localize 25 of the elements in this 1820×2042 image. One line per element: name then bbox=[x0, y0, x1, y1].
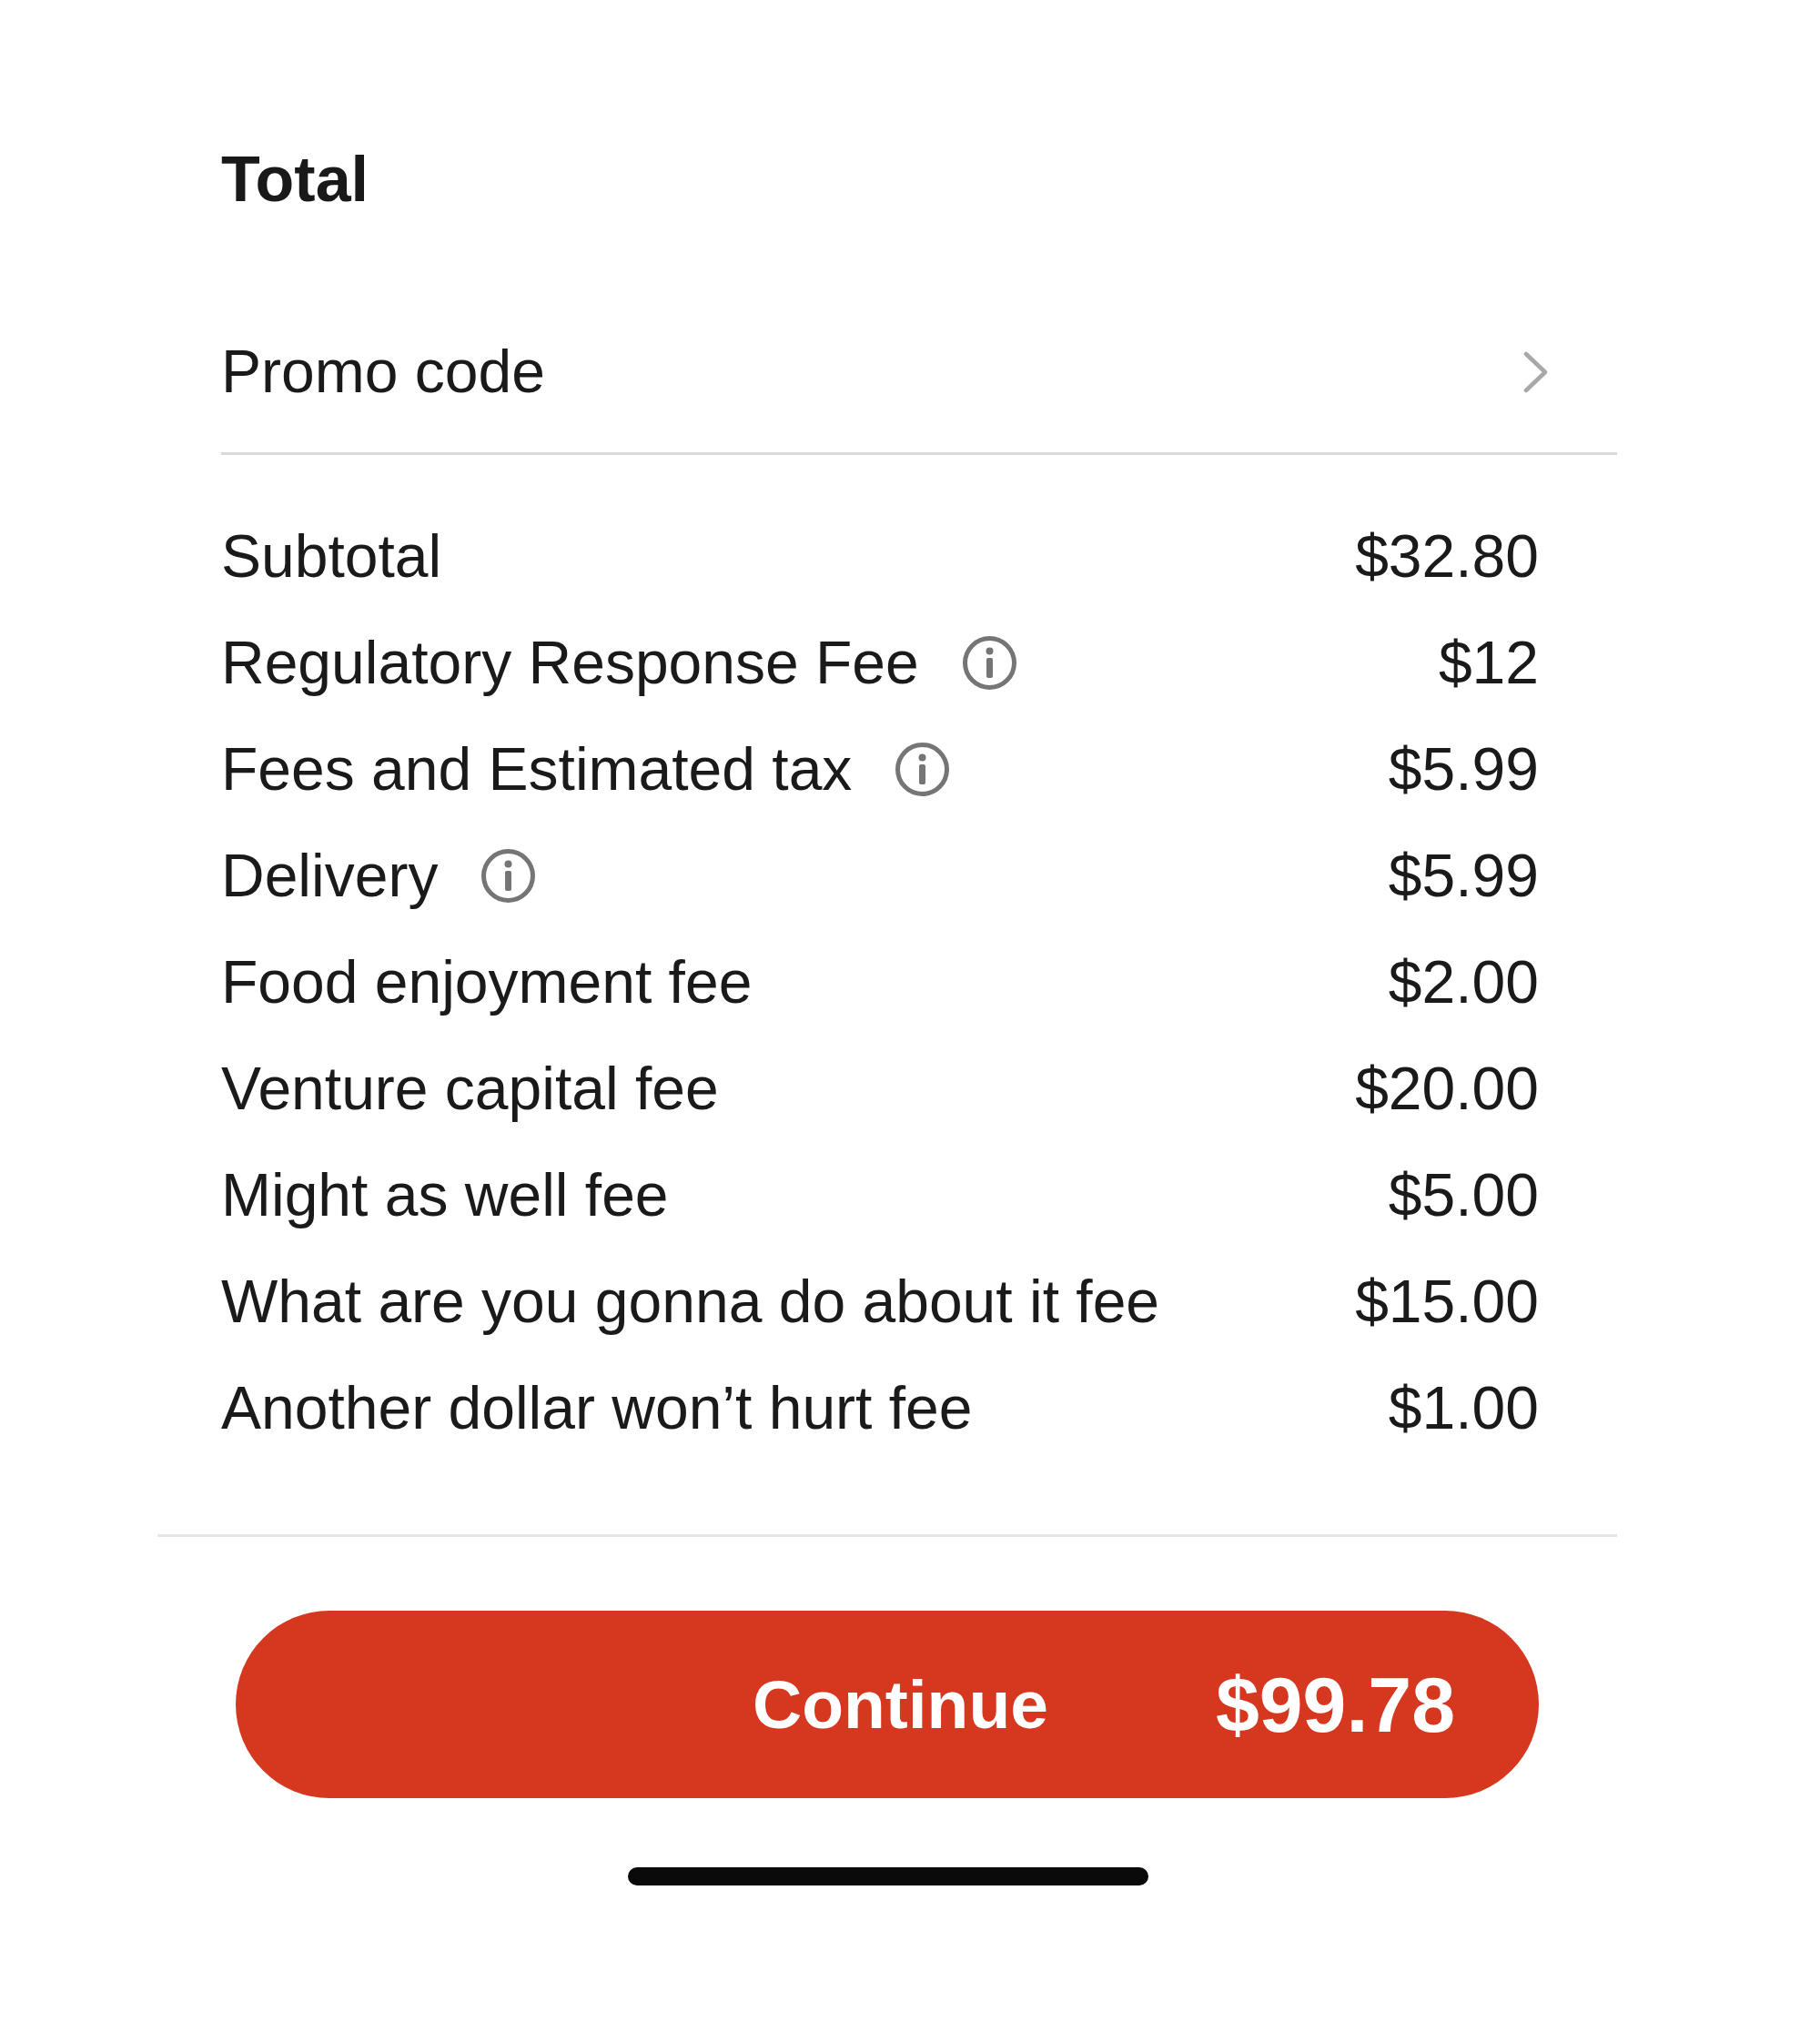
line-item-label: Food enjoyment fee bbox=[221, 947, 753, 1017]
line-item-label: Subtotal bbox=[221, 521, 442, 591]
total-heading: Total bbox=[221, 143, 369, 217]
line-item-label: Fees and Estimated tax bbox=[221, 734, 853, 804]
line-item-label: Regulatory Response Fee bbox=[221, 628, 919, 698]
line-item-label: Might as well fee bbox=[221, 1160, 669, 1230]
promo-code-button[interactable]: Promo code bbox=[221, 318, 1617, 425]
line-item-amount: $5.99 bbox=[1388, 734, 1539, 804]
line-item-amount: $20.00 bbox=[1355, 1054, 1539, 1124]
info-icon[interactable] bbox=[894, 741, 952, 798]
line-item-amount: $5.99 bbox=[1388, 841, 1539, 911]
line-item-label: Another dollar won’t hurt fee bbox=[221, 1373, 973, 1443]
info-icon[interactable] bbox=[480, 847, 538, 905]
line-item-amount: $12 bbox=[1438, 628, 1539, 698]
continue-button[interactable]: Continue $99.78 bbox=[236, 1611, 1539, 1798]
chevron-right-icon bbox=[1523, 350, 1549, 393]
line-item-label: What are you gonna do about it fee bbox=[221, 1267, 1160, 1337]
line-item-amount: $1.00 bbox=[1388, 1373, 1539, 1443]
line-item-amount: $5.00 bbox=[1388, 1160, 1539, 1230]
info-icon[interactable] bbox=[960, 634, 1018, 692]
line-item-label: Delivery bbox=[221, 841, 439, 911]
line-item-amount: $2.00 bbox=[1388, 947, 1539, 1017]
line-item-amount: $32.80 bbox=[1355, 521, 1539, 591]
line-item-label: Venture capital fee bbox=[221, 1054, 719, 1124]
line-item-amount: $15.00 bbox=[1355, 1267, 1539, 1337]
